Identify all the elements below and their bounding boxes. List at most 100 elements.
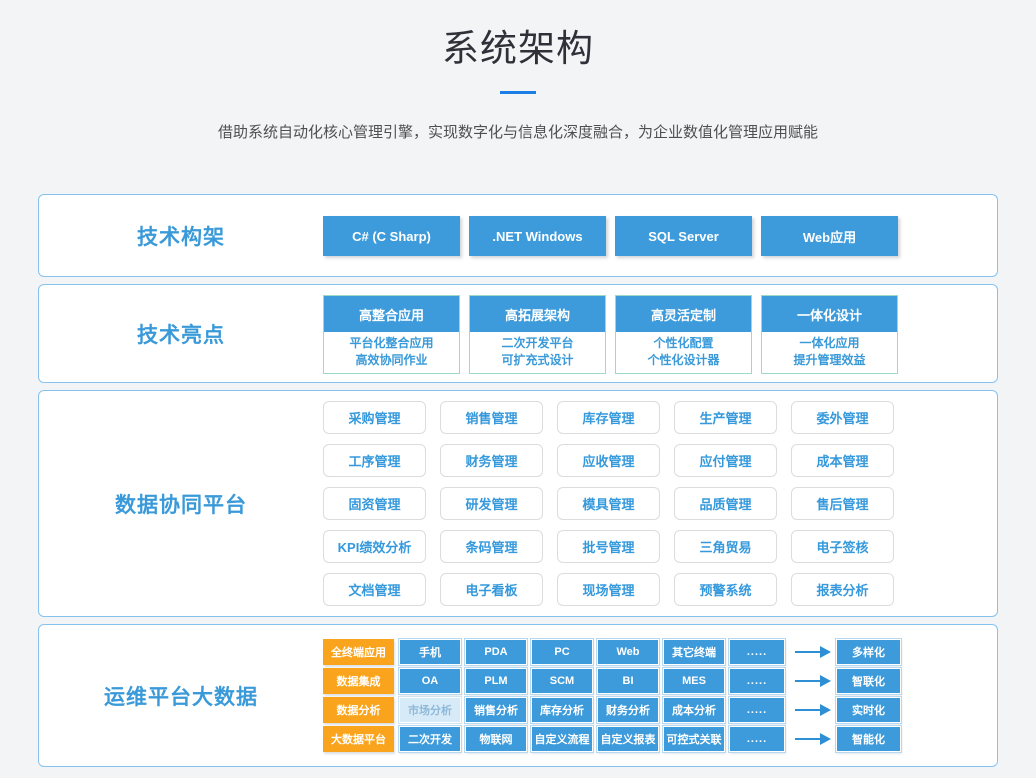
tech-stack-button[interactable]: C# (C Sharp) <box>323 216 460 256</box>
highlight-card-line: 个性化配置 <box>616 335 751 352</box>
ops-result-chip[interactable]: 实时化 <box>836 697 901 723</box>
module-button[interactable]: 成本管理 <box>791 444 894 477</box>
section-label-data-platform: 数据协同平台 <box>39 391 323 616</box>
ops-flow-row: 全终端应用 手机 PDA PC Web 其它终端 ..... 多样化 <box>323 639 997 665</box>
tech-stack-button[interactable]: Web应用 <box>761 216 898 256</box>
highlight-card-line: 平台化整合应用 <box>324 335 459 352</box>
module-grid: 采购管理 销售管理 库存管理 生产管理 委外管理 工序管理 财务管理 应收管理 … <box>323 391 997 616</box>
tech-stack-button[interactable]: .NET Windows <box>469 216 606 256</box>
title-divider <box>500 91 536 94</box>
ops-flow: 全终端应用 手机 PDA PC Web 其它终端 ..... 多样化 数据集成 <box>323 625 997 766</box>
module-button[interactable]: 采购管理 <box>323 401 426 434</box>
highlight-card: 高灵活定制 个性化配置 个性化设计器 <box>615 295 752 374</box>
ops-result-chip[interactable]: 智联化 <box>836 668 901 694</box>
ops-item-chip[interactable]: 手机 <box>399 639 461 665</box>
highlight-card-title: 高拓展架构 <box>470 296 605 332</box>
highlight-card: 高拓展架构 二次开发平台 可扩充式设计 <box>469 295 606 374</box>
module-button[interactable]: 报表分析 <box>791 573 894 606</box>
ops-item-chip[interactable]: 自定义报表 <box>597 726 659 752</box>
ops-item-chip[interactable]: 库存分析 <box>531 697 593 723</box>
ops-item-chip[interactable]: 财务分析 <box>597 697 659 723</box>
right-arrow-icon <box>795 731 831 747</box>
highlight-card-line: 个性化设计器 <box>616 352 751 369</box>
ops-item-chip[interactable]: ..... <box>729 639 785 665</box>
ops-item-chip[interactable]: SCM <box>531 668 593 694</box>
module-button[interactable]: 生产管理 <box>674 401 777 434</box>
module-grid-row: KPI绩效分析 条码管理 批号管理 三角贸易 电子签核 <box>323 530 997 563</box>
ops-item-chip[interactable]: 可控式关联 <box>663 726 725 752</box>
tech-stack-button[interactable]: SQL Server <box>615 216 752 256</box>
ops-item-chip[interactable]: ..... <box>729 668 785 694</box>
ops-item-chip[interactable]: 物联网 <box>465 726 527 752</box>
section-label-ops-platform: 运维平台大数据 <box>39 625 323 766</box>
ops-item-chip[interactable]: MES <box>663 668 725 694</box>
ops-item-chip[interactable]: BI <box>597 668 659 694</box>
module-button[interactable]: 文档管理 <box>323 573 426 606</box>
ops-category-chip[interactable]: 全终端应用 <box>323 639 394 665</box>
ops-item-chip[interactable]: OA <box>399 668 461 694</box>
module-grid-row: 采购管理 销售管理 库存管理 生产管理 委外管理 <box>323 401 997 434</box>
ops-result-chip[interactable]: 智能化 <box>836 726 901 752</box>
ops-item-chip[interactable]: Web <box>597 639 659 665</box>
right-arrow-icon <box>795 644 831 660</box>
module-button[interactable]: 应收管理 <box>557 444 660 477</box>
ops-item-chip[interactable]: 自定义流程 <box>531 726 593 752</box>
highlight-card-line: 二次开发平台 <box>470 335 605 352</box>
highlight-card-line: 可扩充式设计 <box>470 352 605 369</box>
module-button[interactable]: 三角贸易 <box>674 530 777 563</box>
ops-result-chip[interactable]: 多样化 <box>836 639 901 665</box>
module-button[interactable]: 模具管理 <box>557 487 660 520</box>
ops-item-chip[interactable]: ..... <box>729 697 785 723</box>
module-grid-row: 工序管理 财务管理 应收管理 应付管理 成本管理 <box>323 444 997 477</box>
highlight-card-title: 高整合应用 <box>324 296 459 332</box>
section-label-tech-stack: 技术构架 <box>39 195 323 276</box>
ops-category-chip[interactable]: 数据分析 <box>323 697 394 723</box>
right-arrow-icon <box>795 673 831 689</box>
ops-item-chip[interactable]: PDA <box>465 639 527 665</box>
tech-stack-row: C# (C Sharp) .NET Windows SQL Server Web… <box>323 195 997 276</box>
page-title: 系统架构 <box>0 0 1036 72</box>
ops-item-chip[interactable]: 其它终端 <box>663 639 725 665</box>
section-label-highlights: 技术亮点 <box>39 285 323 382</box>
ops-item-chip[interactable]: 二次开发 <box>399 726 461 752</box>
module-button[interactable]: 库存管理 <box>557 401 660 434</box>
module-button[interactable]: 电子签核 <box>791 530 894 563</box>
ops-item-chip[interactable]: 销售分析 <box>465 697 527 723</box>
module-button[interactable]: 预警系统 <box>674 573 777 606</box>
module-button[interactable]: 工序管理 <box>323 444 426 477</box>
highlight-card-title: 高灵活定制 <box>616 296 751 332</box>
highlight-card-line: 一体化应用 <box>762 335 897 352</box>
module-button[interactable]: 条码管理 <box>440 530 543 563</box>
module-grid-row: 固资管理 研发管理 模具管理 品质管理 售后管理 <box>323 487 997 520</box>
architecture-sections: 技术构架 C# (C Sharp) .NET Windows SQL Serve… <box>38 194 998 767</box>
highlight-card: 一体化设计 一体化应用 提升管理效益 <box>761 295 898 374</box>
module-button[interactable]: 研发管理 <box>440 487 543 520</box>
module-button[interactable]: 现场管理 <box>557 573 660 606</box>
module-button[interactable]: 批号管理 <box>557 530 660 563</box>
ops-item-chip[interactable]: 成本分析 <box>663 697 725 723</box>
right-arrow-icon <box>795 702 831 718</box>
section-highlights: 技术亮点 高整合应用 平台化整合应用 高效协同作业 高拓展架构 二次开发平台 <box>38 284 998 383</box>
module-grid-row: 文档管理 电子看板 现场管理 预警系统 报表分析 <box>323 573 997 606</box>
ops-flow-row: 数据集成 OA PLM SCM BI MES ..... 智联化 <box>323 668 997 694</box>
module-button[interactable]: KPI绩效分析 <box>323 530 426 563</box>
module-button[interactable]: 电子看板 <box>440 573 543 606</box>
ops-item-chip[interactable]: ..... <box>729 726 785 752</box>
ops-item-chip[interactable]: PLM <box>465 668 527 694</box>
highlight-cards-row: 高整合应用 平台化整合应用 高效协同作业 高拓展架构 二次开发平台 可扩充式设计 <box>323 285 997 382</box>
module-button[interactable]: 销售管理 <box>440 401 543 434</box>
module-button[interactable]: 固资管理 <box>323 487 426 520</box>
module-button[interactable]: 应付管理 <box>674 444 777 477</box>
section-ops-platform: 运维平台大数据 全终端应用 手机 PDA PC Web 其它终端 ..... <box>38 624 998 767</box>
ops-flow-row: 大数据平台 二次开发 物联网 自定义流程 自定义报表 可控式关联 ..... 智… <box>323 726 997 752</box>
module-button[interactable]: 委外管理 <box>791 401 894 434</box>
ops-item-chip[interactable]: PC <box>531 639 593 665</box>
module-button[interactable]: 财务管理 <box>440 444 543 477</box>
ops-item-chip[interactable]: 市场分析 <box>399 697 461 723</box>
ops-category-chip[interactable]: 数据集成 <box>323 668 394 694</box>
ops-category-chip[interactable]: 大数据平台 <box>323 726 394 752</box>
module-button[interactable]: 品质管理 <box>674 487 777 520</box>
highlight-card-line: 提升管理效益 <box>762 352 897 369</box>
ops-flow-row: 数据分析 市场分析 销售分析 库存分析 财务分析 成本分析 ..... 实时化 <box>323 697 997 723</box>
module-button[interactable]: 售后管理 <box>791 487 894 520</box>
